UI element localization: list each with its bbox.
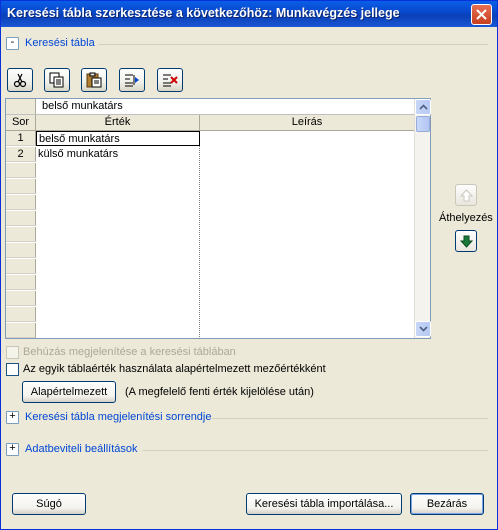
empty-row-header (6, 323, 36, 338)
close-button[interactable]: Bezárás (410, 493, 484, 515)
move-down-button[interactable] (455, 230, 477, 252)
default-button[interactable]: Alapértelmezett (22, 381, 116, 403)
chevron-up-icon (419, 104, 428, 110)
copy-button[interactable] (44, 68, 70, 92)
close-icon (476, 9, 487, 20)
window-title: Keresési tábla szerkesztése a következőh… (7, 6, 400, 20)
section-divider (98, 44, 488, 45)
section-divider (143, 450, 488, 451)
cell-edit-value[interactable]: belső munkatárs (42, 100, 123, 112)
arrow-down-icon (460, 235, 473, 248)
empty-row-header (6, 227, 36, 242)
vertical-scrollbar[interactable] (414, 99, 431, 338)
table-cell-value[interactable]: külső munkatárs (36, 147, 200, 162)
column-divider (199, 131, 200, 339)
data-entry-section-label[interactable]: Adatbeviteli beállítások (25, 443, 138, 455)
scissors-icon (13, 73, 27, 88)
help-button[interactable]: Súgó (12, 493, 86, 515)
import-lookup-table-button[interactable]: Keresési tábla importálása... (246, 493, 402, 515)
title-bar[interactable]: Keresési tábla szerkesztése a következőh… (1, 1, 497, 27)
empty-row-header (6, 307, 36, 322)
empty-row-header (6, 163, 36, 178)
column-header-description[interactable]: Leírás (200, 115, 415, 131)
column-header-row-number: Sor (6, 115, 36, 131)
lookup-table-grid[interactable]: belső munkatárs Sor Érték Leírás 1 belső… (5, 98, 431, 339)
move-up-button[interactable] (455, 184, 477, 206)
cut-button[interactable] (7, 68, 33, 92)
expand-toggle[interactable]: + (6, 442, 19, 456)
empty-row-header (6, 243, 36, 258)
empty-row-header (6, 211, 36, 226)
table-cell-description[interactable] (201, 131, 415, 146)
scroll-down-button[interactable] (415, 321, 431, 337)
dialog-window: Keresési tábla szerkesztése a következőh… (0, 0, 498, 530)
expand-toggle[interactable]: + (6, 410, 19, 424)
use-default-label: Az egyik táblaérték használata alapértel… (23, 363, 326, 375)
delete-row-icon (163, 74, 178, 87)
use-default-checkbox[interactable] (6, 363, 19, 376)
collapse-toggle[interactable]: - (6, 36, 19, 50)
chevron-down-icon (419, 326, 428, 332)
empty-row-header (6, 275, 36, 290)
table-cell-description[interactable] (201, 147, 415, 162)
arrow-up-icon (460, 189, 473, 202)
insert-row-icon (125, 74, 139, 87)
scroll-thumb[interactable] (416, 116, 430, 132)
table-cell-value[interactable]: belső munkatárs (36, 131, 200, 146)
delete-row-button[interactable] (157, 68, 183, 92)
display-order-section-header[interactable]: + Keresési tábla megjelenítési sorrendje (6, 410, 494, 426)
paste-icon (86, 72, 102, 88)
column-header-value[interactable]: Érték (36, 115, 200, 131)
copy-icon (49, 72, 64, 88)
show-indent-checkbox[interactable] (6, 346, 19, 359)
section-divider (212, 418, 488, 419)
corner-cell (6, 99, 36, 114)
empty-row-header (6, 259, 36, 274)
paste-button[interactable] (81, 68, 107, 92)
data-entry-section-header[interactable]: + Adatbeviteli beállítások (6, 442, 494, 458)
row-number: 2 (6, 147, 36, 162)
empty-row-header (6, 179, 36, 194)
scroll-up-button[interactable] (415, 99, 431, 115)
display-order-section-label[interactable]: Keresési tábla megjelenítési sorrendje (25, 411, 212, 423)
default-hint: (A megfelelő fenti érték kijelölése után… (125, 386, 314, 398)
empty-row-header (6, 291, 36, 306)
empty-row-header (6, 195, 36, 210)
show-indent-label: Behúzás megjelenítése a keresési táblába… (23, 346, 236, 358)
lookup-table-section-label[interactable]: Keresési tábla (25, 37, 95, 49)
close-window-button[interactable] (471, 4, 492, 25)
lookup-table-section-header[interactable]: - Keresési tábla (6, 36, 494, 52)
move-label: Áthelyezés (439, 212, 493, 224)
insert-row-button[interactable] (119, 68, 145, 92)
row-number: 1 (6, 131, 36, 146)
cell-edit-bar[interactable]: belső munkatárs (6, 99, 415, 115)
